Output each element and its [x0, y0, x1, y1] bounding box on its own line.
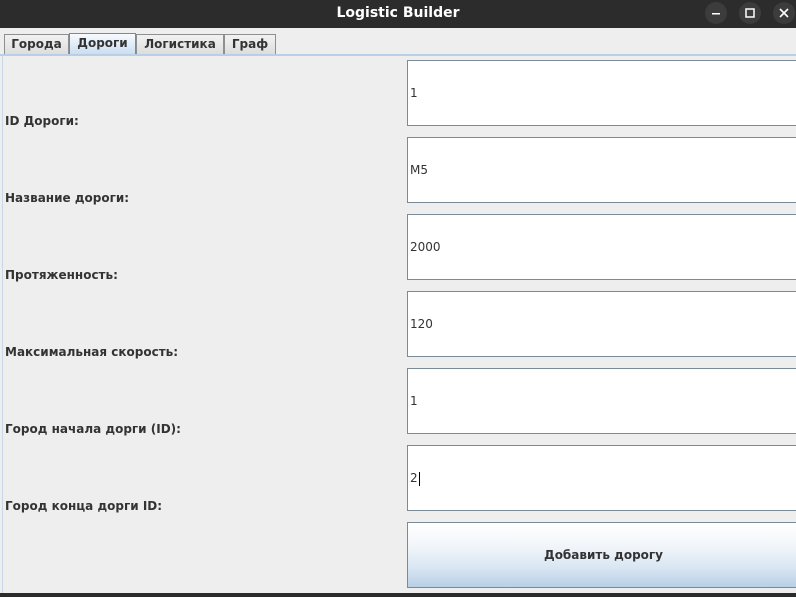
maximize-icon — [745, 8, 755, 18]
start-city-label: Город начала дорги (ID): — [5, 422, 181, 436]
road-name-value: M5 — [410, 163, 428, 177]
road-id-field[interactable]: 1 — [407, 60, 796, 126]
start-city-field[interactable]: 1 — [407, 368, 796, 434]
road-name-label: Название дороги: — [5, 191, 130, 205]
add-road-button[interactable]: Добавить дорогу — [407, 522, 796, 588]
road-length-field[interactable]: 2000 — [407, 214, 796, 280]
road-id-label: ID Дороги: — [5, 114, 79, 128]
close-button[interactable] — [773, 2, 795, 24]
main-window: Города Дороги Логистика Граф ID Дороги: … — [0, 28, 796, 597]
tab-roads[interactable]: Дороги — [69, 33, 136, 55]
max-speed-field[interactable]: 120 — [407, 291, 796, 357]
window-title: Logistic Builder — [336, 5, 460, 21]
tab-label: Граф — [231, 37, 269, 51]
start-city-value: 1 — [410, 394, 418, 408]
end-city-field[interactable]: 2 — [407, 445, 796, 511]
tab-logistics[interactable]: Логистика — [136, 34, 224, 55]
tab-graph[interactable]: Граф — [224, 34, 276, 55]
close-icon — [779, 8, 789, 18]
tab-label: Города — [11, 37, 62, 51]
window-bottom-edge — [0, 593, 796, 597]
minimize-icon — [712, 13, 720, 15]
title-bar: Logistic Builder — [0, 0, 796, 28]
road-id-value: 1 — [410, 86, 418, 100]
minimize-button[interactable] — [705, 2, 727, 24]
tab-label: Дороги — [77, 36, 128, 50]
max-speed-label: Максимальная скорость: — [5, 345, 179, 359]
road-length-value: 2000 — [410, 240, 441, 254]
road-length-label: Протяженность: — [5, 268, 118, 282]
end-city-value: 2 — [410, 471, 418, 485]
tab-cities[interactable]: Города — [4, 34, 69, 55]
end-city-label: Город конца дорги ID: — [5, 499, 163, 513]
road-name-field[interactable]: M5 — [407, 137, 796, 203]
max-speed-value: 120 — [410, 317, 433, 331]
maximize-button[interactable] — [739, 2, 761, 24]
roads-form-panel: ID Дороги: 1 Название дороги: M5 Протяже… — [2, 56, 796, 595]
text-caret — [418, 471, 420, 486]
tab-bar: Города Дороги Логистика Граф — [0, 28, 796, 56]
tab-label: Логистика — [144, 37, 216, 51]
